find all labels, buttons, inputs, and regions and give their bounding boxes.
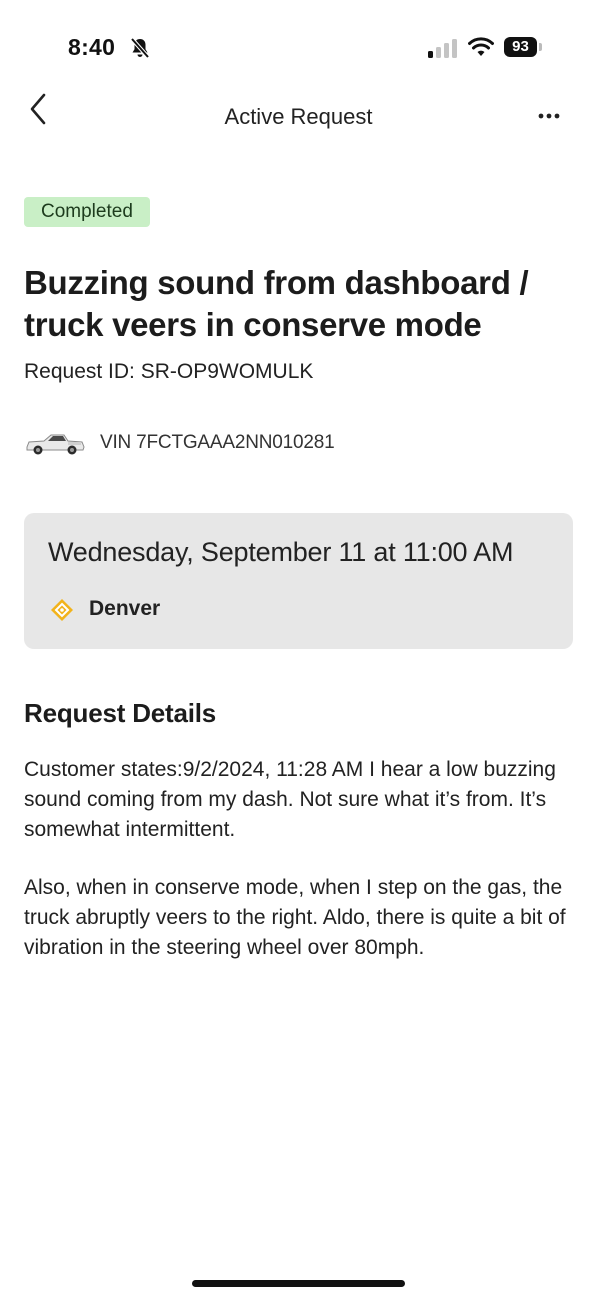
battery-icon: 93	[504, 37, 544, 59]
status-time: 8:40	[68, 34, 116, 60]
page-title: Active Request	[224, 104, 373, 129]
request-title: Buzzing sound from dashboard / truck vee…	[24, 264, 529, 343]
status-badge: Completed	[24, 197, 150, 227]
request-id: Request ID: SR-OP9WOMULK	[24, 360, 314, 383]
more-horizontal-icon[interactable]	[536, 104, 562, 128]
details-paragraph-2: Also, when in conserve mode, when I step…	[24, 876, 566, 959]
service-center-diamond-icon	[51, 599, 73, 621]
truck-icon	[26, 434, 85, 455]
details-paragraph-1: Customer states:9/2/2024, 11:28 AM I hea…	[24, 758, 556, 841]
service-location: Denver	[89, 597, 161, 620]
home-indicator[interactable]	[192, 1280, 405, 1287]
bell-slash-icon	[130, 37, 150, 59]
wifi-icon	[468, 37, 494, 56]
appointment-card[interactable]: Wednesday, September 11 at 11:00 AM Denv…	[24, 513, 573, 649]
cellular-signal-icon	[428, 39, 457, 58]
vin-number: VIN 7FCTGAAA2NN010281	[100, 432, 335, 453]
request-details-heading: Request Details	[24, 698, 217, 728]
battery-level: 93	[504, 37, 537, 57]
appointment-datetime: Wednesday, September 11 at 11:00 AM	[48, 537, 514, 567]
